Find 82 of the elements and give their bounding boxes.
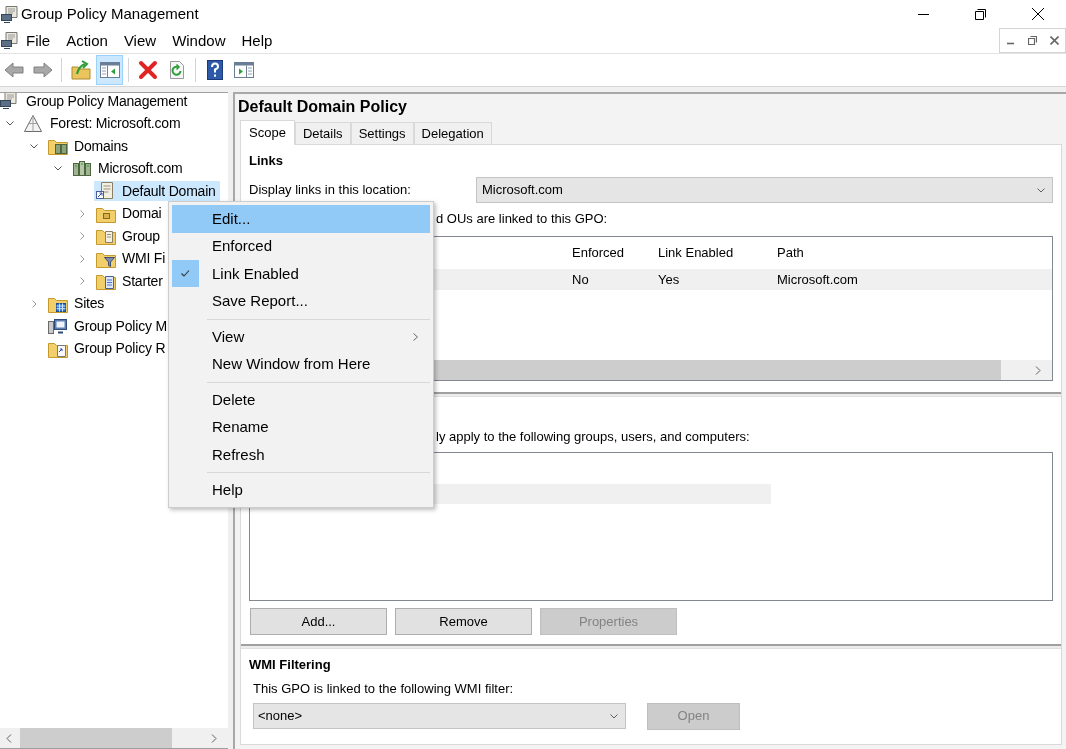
window-panes-icon: [233, 60, 254, 80]
menu-item[interactable]: Help: [172, 476, 430, 504]
chevron-left-icon[interactable]: [5, 733, 12, 743]
chevron-right-icon[interactable]: [1035, 365, 1041, 375]
close-icon[interactable]: [1049, 36, 1059, 45]
tree-item[interactable]: Starter: [94, 271, 167, 292]
menu-item[interactable]: Enforced: [172, 232, 430, 260]
caption-text: This GPO is linked to the following WMI filter:: [253, 681, 515, 697]
tree-item[interactable]: Forest: Microsoft.com: [22, 113, 185, 134]
caption-text: d OUs are linked to this GPO:: [436, 211, 609, 227]
tab[interactable]: Delegation: [413, 122, 492, 144]
push-button[interactable]: Add...: [250, 608, 387, 635]
tree-item[interactable]: WMI Fi: [94, 248, 170, 269]
menu-item[interactable]: Action: [58, 30, 116, 51]
tree-item[interactable]: Group: [94, 226, 164, 247]
tree-item[interactable]: Sites: [46, 293, 109, 314]
help-icon: [204, 60, 225, 80]
caption-text: ly apply to the following groups, users, and computers:: [436, 429, 751, 445]
menu-item[interactable]: Save Report...: [172, 287, 430, 315]
folder-arrow-icon: [70, 60, 91, 80]
menu-item[interactable]: View: [115, 30, 165, 51]
close-icon: [1031, 8, 1044, 20]
table-cell-text: Microsoft.com: [776, 271, 859, 288]
tab[interactable]: Settings: [350, 122, 414, 144]
chevron-down-icon[interactable]: [30, 143, 38, 149]
folder-servers-icon: [48, 137, 68, 156]
menu-item[interactable]: Edit...: [172, 205, 430, 233]
location-label: Display links in this location:: [249, 182, 412, 198]
document-computer-icon[interactable]: [1, 32, 18, 49]
table-cell-text: No: [571, 271, 590, 288]
chevron-right-icon[interactable]: [31, 299, 37, 308]
table-cell-text: Yes: [657, 271, 681, 288]
chevron-down-icon: [1037, 187, 1045, 193]
folder-document-icon: [96, 272, 116, 291]
tree-item[interactable]: Group Policy R: [46, 338, 170, 359]
menu-item[interactable]: New Window from Here: [172, 350, 430, 378]
wmi-filter-dropdown[interactable]: <none>: [253, 703, 626, 729]
menu-item[interactable]: Delete: [172, 386, 430, 414]
tree-item[interactable]: Group Policy M: [46, 316, 171, 337]
chevron-right-icon[interactable]: [79, 209, 85, 218]
scrollbar-thumb[interactable]: [20, 728, 172, 748]
menu-item[interactable]: Rename: [172, 413, 430, 441]
tab[interactable]: Details: [294, 122, 351, 144]
document-computer-icon[interactable]: [1, 5, 18, 23]
section-heading: WMI Filtering: [249, 657, 332, 673]
tree-item[interactable]: Group Policy Management: [0, 93, 192, 112]
delete-icon: [137, 60, 158, 80]
menu-item[interactable]: Help: [233, 30, 281, 51]
servers-icon: [72, 159, 92, 178]
menu-item[interactable]: View: [172, 323, 430, 351]
section-heading: Links: [249, 153, 284, 169]
tree-item[interactable]: Domai: [94, 203, 166, 224]
back-arrow-icon: [3, 60, 24, 80]
tab[interactable]: Scope: [240, 120, 295, 145]
chevron-right-icon[interactable]: [211, 733, 217, 743]
tree-item[interactable]: Microsoft.com: [70, 158, 187, 179]
restore-icon[interactable]: [1028, 36, 1037, 45]
column-header[interactable]: Path: [770, 237, 1052, 269]
menu-item[interactable]: Refresh: [172, 441, 430, 469]
chevron-right-icon[interactable]: [79, 254, 85, 263]
column-header[interactable]: Link Enabled: [651, 237, 770, 269]
column-header[interactable]: Enforced: [565, 237, 651, 269]
document-shortcut-icon: [96, 182, 116, 201]
computer-icon: [48, 317, 68, 336]
tree-item[interactable]: Default Domain: [94, 181, 220, 202]
menu-item[interactable]: Window: [164, 30, 234, 51]
chevron-down-icon: [610, 713, 618, 719]
forward-arrow-icon: [32, 60, 53, 80]
chevron-down-icon[interactable]: [6, 121, 14, 127]
window-title: Group Policy Management: [21, 4, 199, 24]
folder-document-icon: [96, 227, 116, 246]
chevron-right-icon[interactable]: [79, 232, 85, 241]
chevron-right-icon[interactable]: [79, 277, 85, 286]
chevron-down-icon[interactable]: [54, 166, 62, 172]
pane-title: Default Domain Policy: [237, 97, 408, 117]
push-button[interactable]: Remove: [395, 608, 532, 635]
menu-item[interactable]: File: [18, 30, 59, 51]
restore-icon: [975, 8, 986, 20]
triangle-icon: [24, 114, 44, 133]
location-dropdown[interactable]: Microsoft.com: [476, 177, 1053, 203]
window-panes-icon: [99, 60, 120, 80]
tree-item[interactable]: Domains: [46, 136, 132, 157]
